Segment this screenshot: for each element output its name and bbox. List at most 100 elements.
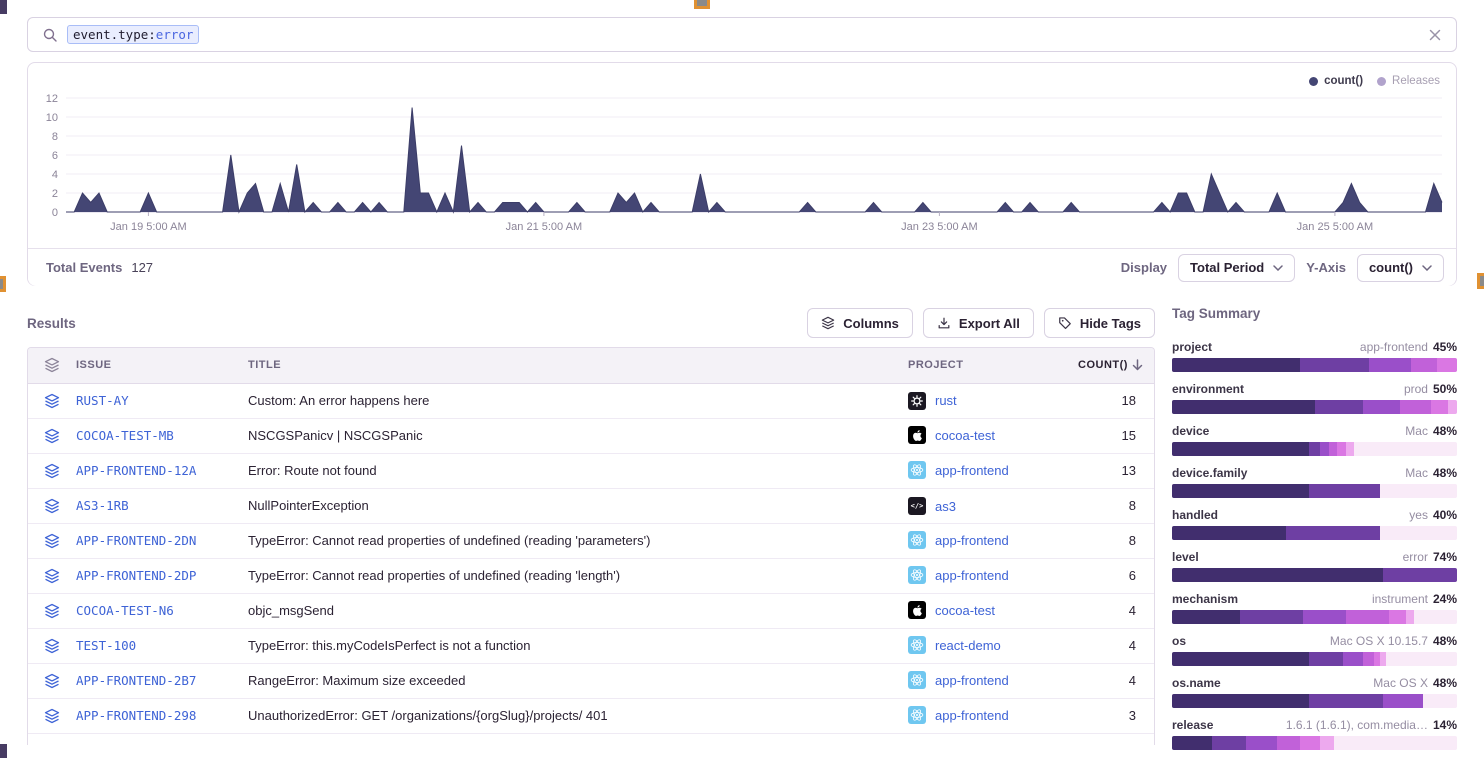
tag-top-percent: 48% — [1433, 634, 1457, 648]
column-header-issue[interactable]: ISSUE — [76, 348, 248, 383]
issue-link[interactable]: COCOA-TEST-N6 — [76, 603, 174, 618]
column-header-count[interactable]: COUNT() — [1078, 348, 1155, 383]
tag-distribution-bar[interactable] — [1172, 442, 1457, 456]
legend-item-releases[interactable]: Releases — [1377, 75, 1440, 87]
tag-bar-segment — [1315, 400, 1363, 414]
column-header-project[interactable]: PROJECT — [908, 348, 1078, 383]
apple-platform-icon — [908, 601, 926, 619]
issue-layers-icon[interactable] — [28, 698, 76, 733]
tag-item-mechanism: mechanism instrument 24% — [1172, 592, 1457, 624]
tag-bar-segment — [1246, 736, 1277, 750]
search-query-token[interactable]: event.type:error — [67, 25, 199, 44]
issue-title: TypeError: Cannot read properties of und… — [248, 523, 908, 558]
export-all-button[interactable]: Export All — [923, 308, 1034, 338]
tag-label: device.family — [1172, 466, 1247, 480]
tag-distribution-bar[interactable] — [1172, 400, 1457, 414]
results-action-buttons: Columns Export All Hide Tags — [797, 308, 1155, 338]
issue-layers-icon[interactable] — [28, 593, 76, 628]
search-token-value: error — [156, 27, 194, 42]
issue-title: UnauthorizedError: GET /organizations/{o… — [248, 698, 908, 733]
search-bar[interactable]: event.type:error — [27, 17, 1457, 52]
tag-bar-segment — [1337, 442, 1346, 456]
project-link[interactable]: app-frontend — [908, 671, 1009, 689]
tag-bar-segment — [1300, 358, 1368, 372]
tag-distribution-bar[interactable] — [1172, 610, 1457, 624]
columns-button[interactable]: Columns — [807, 308, 913, 338]
issue-layers-icon[interactable] — [28, 558, 76, 593]
issue-link[interactable]: COCOA-TEST-MB — [76, 428, 174, 443]
tag-top-value: instrument — [1372, 592, 1428, 606]
project-link[interactable]: cocoa-test — [908, 426, 995, 444]
issue-link[interactable]: APP-FRONTEND-2DN — [76, 533, 196, 548]
yaxis-dropdown-value: count() — [1369, 260, 1413, 275]
project-link[interactable]: rust — [908, 392, 957, 410]
tag-bar-segment — [1172, 568, 1383, 582]
issue-link[interactable]: APP-FRONTEND-298 — [76, 708, 196, 723]
tag-distribution-bar[interactable] — [1172, 526, 1457, 540]
results-header: Results Columns Export All Hide Tags — [27, 306, 1155, 340]
issue-layers-icon[interactable] — [28, 418, 76, 453]
tag-top-percent: 74% — [1433, 550, 1457, 564]
tag-bar-segment — [1346, 610, 1389, 624]
tag-label: mechanism — [1172, 592, 1238, 606]
tag-bar-segment — [1363, 652, 1374, 666]
svg-text:Jan 21 5:00 AM: Jan 21 5:00 AM — [506, 221, 582, 233]
legend-dot-icon — [1377, 77, 1386, 86]
selection-handle — [694, 0, 710, 9]
issue-layers-icon[interactable] — [28, 383, 76, 418]
events-area-chart[interactable]: 024681012Jan 19 5:00 AMJan 21 5:00 AMJan… — [28, 87, 1456, 245]
project-link[interactable]: react-demo — [908, 636, 1001, 654]
chevron-down-icon — [1422, 265, 1432, 271]
issue-link[interactable]: APP-FRONTEND-2DP — [76, 568, 196, 583]
project-link[interactable]: app-frontend — [908, 706, 1009, 724]
column-header-title[interactable]: TITLE — [248, 348, 908, 383]
tag-top-value: prod — [1404, 382, 1428, 396]
issue-link[interactable]: AS3-1RB — [76, 498, 129, 513]
tag-top-percent: 14% — [1433, 718, 1457, 732]
svg-text:Jan 25 5:00 AM: Jan 25 5:00 AM — [1297, 221, 1373, 233]
issue-layers-icon[interactable] — [28, 663, 76, 698]
legend-item-count[interactable]: count() — [1309, 75, 1363, 87]
selection-handle — [1477, 273, 1484, 289]
issue-link[interactable]: APP-FRONTEND-2B7 — [76, 673, 196, 688]
count-value: 4 — [1078, 628, 1155, 663]
tag-bar-segment — [1172, 652, 1309, 666]
clear-search-icon[interactable] — [1428, 28, 1442, 42]
tag-bar-segment — [1309, 442, 1320, 456]
tag-label: handled — [1172, 508, 1218, 522]
tag-top-percent: 24% — [1433, 592, 1457, 606]
hide-tags-button[interactable]: Hide Tags — [1044, 308, 1155, 338]
table-row: RUST-AYCustom: An error happens hererust… — [28, 383, 1155, 418]
tag-distribution-bar[interactable] — [1172, 652, 1457, 666]
tag-item-release: release1.6.1 (1.6.1), com.media…14% — [1172, 718, 1457, 750]
display-dropdown[interactable]: Total Period — [1178, 254, 1295, 282]
results-table: ISSUETITLEPROJECTCOUNT()RUST-AYCustom: A… — [27, 347, 1155, 745]
issue-link[interactable]: TEST-100 — [76, 638, 136, 653]
chart-footer: Total Events 127 Display Total Period Y-… — [28, 248, 1456, 286]
tag-distribution-bar[interactable] — [1172, 358, 1457, 372]
tag-top-value: Mac OS X 10.15.7 — [1330, 634, 1428, 648]
issue-title: RangeError: Maximum size exceeded — [248, 663, 908, 698]
count-value: 8 — [1078, 488, 1155, 523]
results-heading: Results — [27, 316, 76, 331]
issue-layers-icon[interactable] — [28, 488, 76, 523]
tag-top-value: Mac OS X — [1373, 676, 1428, 690]
issue-layers-icon[interactable] — [28, 628, 76, 663]
tag-distribution-bar[interactable] — [1172, 568, 1457, 582]
project-link[interactable]: app-frontend — [908, 461, 1009, 479]
tag-distribution-bar[interactable] — [1172, 736, 1457, 750]
issue-layers-icon[interactable] — [28, 523, 76, 558]
issue-link[interactable]: RUST-AY — [76, 393, 129, 408]
tag-label: environment — [1172, 382, 1244, 396]
count-value: 8 — [1078, 523, 1155, 558]
tag-distribution-bar[interactable] — [1172, 484, 1457, 498]
project-link[interactable]: </>as3 — [908, 497, 956, 515]
project-link[interactable]: cocoa-test — [908, 601, 995, 619]
issue-layers-icon[interactable] — [28, 453, 76, 488]
tag-distribution-bar[interactable] — [1172, 694, 1457, 708]
tag-item-environment: environmentprod50% — [1172, 382, 1457, 414]
project-link[interactable]: app-frontend — [908, 531, 1009, 549]
yaxis-dropdown[interactable]: count() — [1357, 254, 1444, 282]
project-link[interactable]: app-frontend — [908, 566, 1009, 584]
issue-link[interactable]: APP-FRONTEND-12A — [76, 463, 196, 478]
